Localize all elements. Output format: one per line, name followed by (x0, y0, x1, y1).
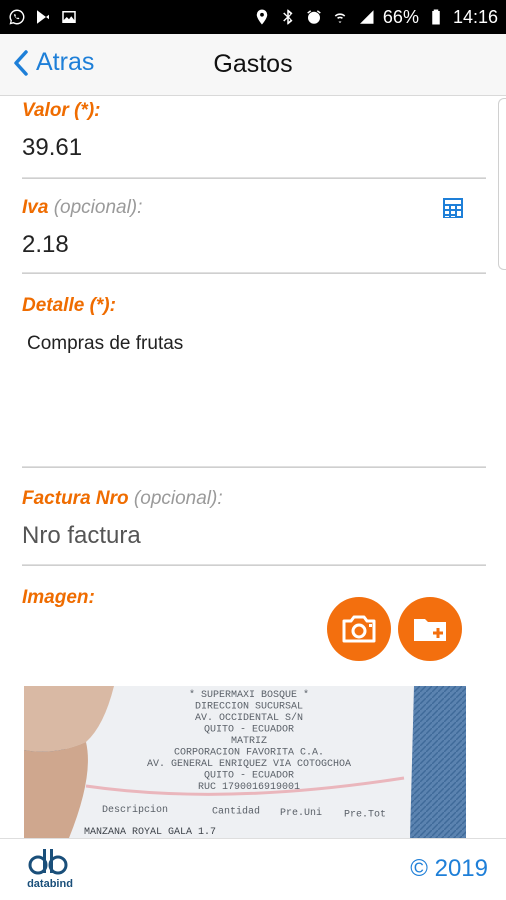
receipt-header-line: AV. OCCIDENTAL S/N (195, 712, 303, 724)
iva-field[interactable]: Iva (opcional): 2.18 (22, 197, 486, 259)
detalle-textarea[interactable]: Compras de frutas (22, 333, 486, 355)
receipt-item-line: MANZANA ROYAL GALA 1.7 (84, 827, 216, 838)
detalle-underline (22, 466, 486, 468)
camera-icon (342, 615, 376, 643)
status-bar: 66% 14:16 (0, 0, 506, 34)
receipt-header-line: RUC 1790016919001 (198, 782, 300, 793)
factura-label: Factura Nro (22, 488, 129, 509)
receipt-column-header: Pre.Tot (344, 810, 386, 821)
camera-button[interactable] (327, 597, 391, 661)
valor-underline (22, 177, 486, 179)
svg-text:databind: databind (27, 878, 73, 890)
iva-input[interactable]: 2.18 (22, 231, 486, 259)
whatsapp-icon (8, 8, 26, 26)
iva-optional-label: (opcional): (53, 197, 143, 218)
app-bar: Atras Gastos (0, 34, 506, 96)
databind-logo: databind (27, 849, 73, 890)
receipt-header-line: MATRIZ (231, 736, 267, 747)
receipt-header-line: CORPORACION FAVORITA C.A. (174, 748, 324, 759)
location-icon (253, 8, 271, 26)
receipt-column-header: Pre.Uni (280, 807, 322, 819)
footer: databind © 2019 (0, 838, 506, 900)
folder-add-icon (414, 619, 446, 641)
receipt-column-header: Cantidad (212, 806, 260, 818)
receipt-header-line: AV. GENERAL ENRIQUEZ VIA COTOGCHOA (147, 759, 351, 770)
copyright-text: © 2019 (410, 855, 488, 882)
signal-icon (357, 8, 375, 26)
bluetooth-icon (279, 8, 297, 26)
receipt-header-line: QUITO - ECUADOR (204, 725, 294, 736)
iva-label: Iva (22, 197, 49, 218)
calculator-icon[interactable] (442, 197, 464, 219)
battery-percent: 66% (382, 6, 419, 27)
factura-underline (22, 564, 486, 566)
factura-input[interactable]: Nro factura (22, 522, 486, 550)
receipt-photo: * SUPERMAXI BOSQUE *DIRECCION SUCURSALAV… (24, 686, 466, 838)
valor-field[interactable]: Valor (*): 39.61 (22, 100, 486, 162)
receipt-column-header: Descripcion (102, 804, 168, 816)
alarm-icon (305, 8, 323, 26)
wifi-icon (331, 8, 349, 26)
receipt-image: * SUPERMAXI BOSQUE * DIRECCION SUCURSAL AV… (24, 686, 466, 838)
play-store-icon (34, 8, 52, 26)
gallery-button[interactable] (398, 597, 462, 661)
receipt-header-line: DIRECCION SUCURSAL (195, 702, 303, 713)
page-title: Gastos (213, 50, 293, 78)
iva-underline (22, 272, 486, 274)
valor-label: Valor (*): (22, 100, 101, 121)
valor-input[interactable]: 39.61 (22, 134, 486, 162)
receipt-header-line: * SUPERMAXI BOSQUE * (189, 689, 309, 701)
detalle-field[interactable]: Detalle (*): Compras de frutas (22, 295, 486, 355)
detalle-label: Detalle (*): (22, 295, 116, 316)
factura-optional-label: (opcional): (133, 488, 223, 509)
factura-field[interactable]: Factura Nro (opcional): Nro factura (22, 488, 486, 550)
scrollbar[interactable] (498, 98, 506, 270)
clock: 14:16 (452, 6, 498, 27)
image-icon (60, 8, 78, 26)
receipt-header-line: QUITO - ECUADOR (204, 771, 294, 782)
battery-icon (427, 8, 445, 26)
